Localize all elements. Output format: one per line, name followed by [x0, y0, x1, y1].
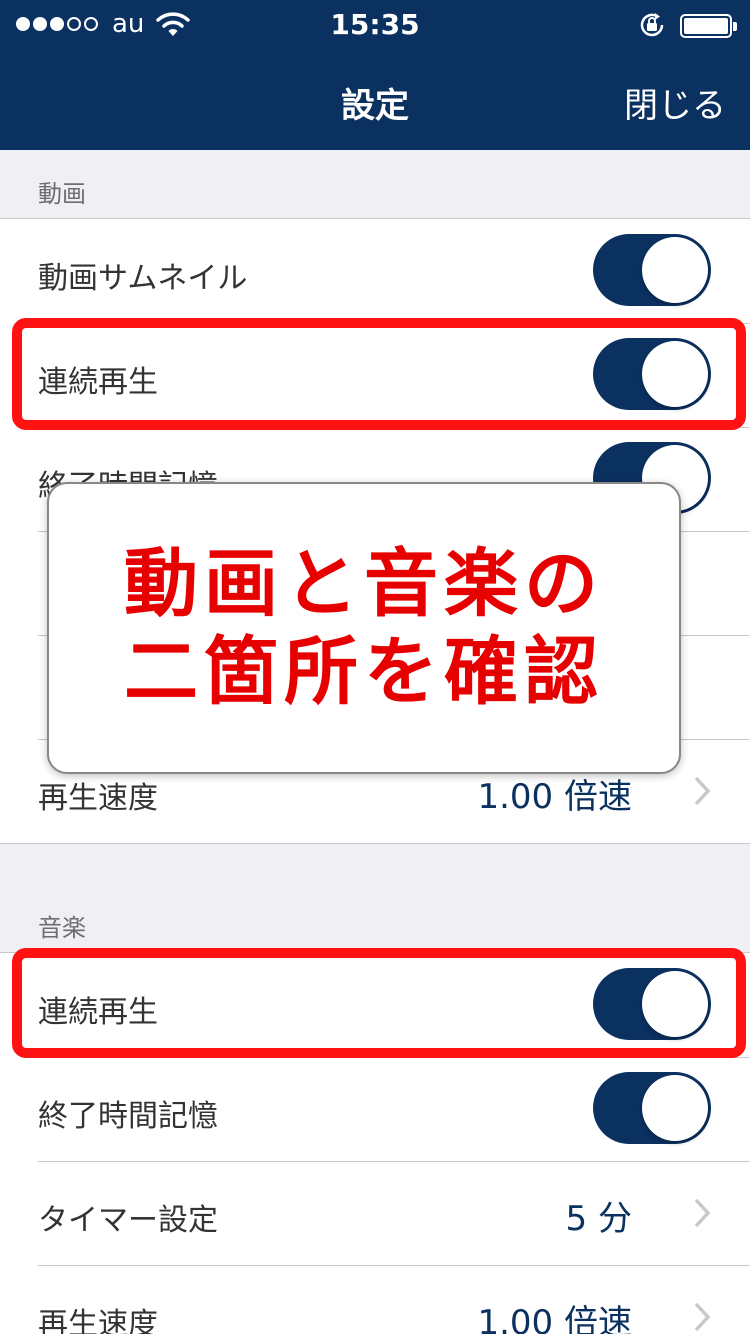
- chevron-right-icon: [694, 1198, 711, 1228]
- music-playback-speed-row[interactable]: 再生速度 1.00 倍速: [0, 1265, 750, 1334]
- annotation-line-1: 動画と音楽の: [124, 541, 604, 627]
- annotation-line-2: 二箇所を確認: [124, 629, 604, 715]
- video-thumbnail-row: 動画サムネイル: [0, 219, 750, 323]
- playback-speed-value: 1.00 倍速: [477, 1303, 632, 1334]
- chevron-right-icon: [694, 776, 711, 806]
- timer-value: 5 分: [565, 1199, 632, 1239]
- navigation-bar: au 15:35 設定 閉じる: [0, 0, 750, 150]
- music-remember-end-time-row: 終了時間記憶: [0, 1057, 750, 1161]
- highlight-music-continuous-play: [12, 948, 746, 1058]
- row-label: 終了時間記憶: [38, 1099, 218, 1134]
- status-bar: au 15:35: [0, 0, 750, 50]
- chevron-right-icon: [694, 1302, 711, 1332]
- section-header-music: 音楽: [38, 914, 86, 942]
- annotation-callout: 動画と音楽の 二箇所を確認: [47, 482, 681, 774]
- playback-speed-value: 1.00 倍速: [477, 777, 632, 817]
- battery-icon: [680, 14, 737, 38]
- row-label: 動画サムネイル: [38, 261, 248, 296]
- section-header-video: 動画: [38, 180, 86, 208]
- row-label: タイマー設定: [38, 1203, 218, 1238]
- highlight-video-continuous-play: [12, 318, 746, 430]
- music-remember-end-time-toggle[interactable]: [593, 1072, 711, 1144]
- music-timer-setting-row[interactable]: タイマー設定 5 分: [0, 1161, 750, 1265]
- row-label: 再生速度: [38, 781, 158, 816]
- rotation-lock-icon: [640, 13, 664, 37]
- close-button[interactable]: 閉じる: [624, 78, 726, 127]
- video-thumbnail-toggle[interactable]: [593, 234, 711, 306]
- row-label: 再生速度: [38, 1307, 158, 1334]
